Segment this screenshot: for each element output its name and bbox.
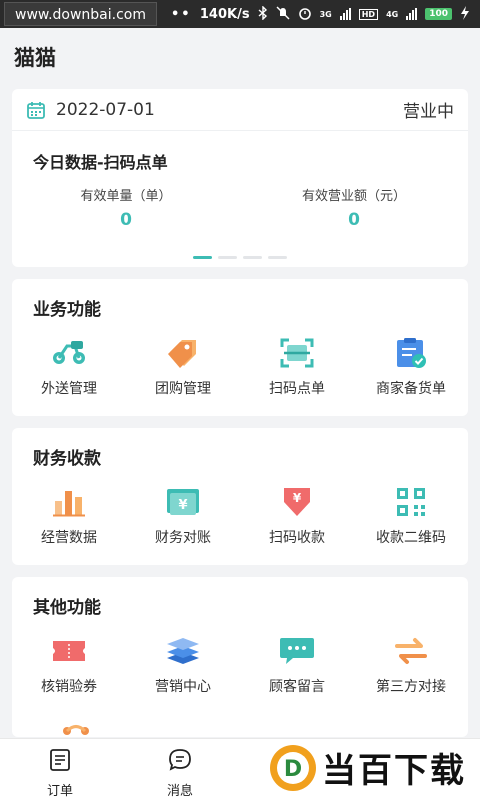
func-group-buy-management[interactable]: 团购管理	[126, 336, 240, 398]
charging-icon	[460, 5, 470, 23]
battery-indicator: 100	[425, 8, 452, 20]
func-label: 顾客留言	[269, 679, 325, 695]
message-icon	[168, 748, 192, 776]
func-coupon-verification[interactable]: 核销验券	[12, 634, 126, 696]
signal-4g-icon	[406, 8, 418, 20]
watermark-text: 当百下载	[322, 751, 466, 791]
func-label: 扫码点单	[269, 381, 325, 397]
func-label: 营销中心	[155, 679, 211, 695]
bluetooth-icon	[258, 4, 268, 23]
qrcode-icon	[391, 485, 431, 519]
date-selector[interactable]: 2022-07-01	[56, 100, 155, 120]
status-right: 140K/s 3G HD 4G 100	[199, 4, 470, 23]
section-title: 业务功能	[33, 300, 101, 320]
site-watermark: D 当百下载	[268, 741, 472, 794]
func-scan-payment[interactable]: ¥ 扫码收款	[240, 485, 354, 547]
pager-dot[interactable]	[193, 256, 212, 259]
date-row: 2022-07-01 营业中	[12, 89, 468, 131]
swap-icon	[391, 634, 431, 668]
status-bar: www.downbai.com •• 140K/s 3G HD 4G 100	[0, 0, 480, 28]
bar-chart-icon	[49, 485, 89, 519]
chat-bubble-icon	[277, 634, 317, 668]
func-label: 商家备货单	[376, 381, 446, 397]
notification-dots: ••	[171, 6, 192, 22]
today-data-card: 2022-07-01 营业中 今日数据-扫码点单 有效单量（单） 0 有效营业额…	[12, 89, 468, 267]
watermark-logo-icon: D	[270, 744, 316, 791]
clipboard-check-icon	[391, 336, 431, 370]
stats-row: 有效单量（单） 0 有效营业额（元） 0	[12, 185, 468, 230]
func-label: 财务对账	[155, 530, 211, 546]
page-title: 猫猫	[14, 46, 56, 70]
data-card-title: 今日数据-扫码点单	[33, 153, 168, 172]
ticket-icon	[49, 634, 89, 668]
other-functions-card: 其他功能 核销验券 营销中心 顾客留言 第三方对接	[12, 577, 468, 737]
net-4g-label: 4G	[386, 9, 399, 19]
func-third-party-integration[interactable]: 第三方对接	[354, 634, 468, 696]
svg-text:¥: ¥	[293, 491, 302, 505]
func-label: 收款二维码	[376, 530, 446, 546]
function-grid: 经营数据 ¥ 财务对账 ¥ 扫码收款 收款二维码	[12, 485, 468, 547]
function-grid: 核销验券 营销中心 顾客留言 第三方对接	[12, 634, 468, 696]
stat-label: 有效营业额（元）	[301, 189, 406, 204]
func-label: 第三方对接	[376, 679, 446, 695]
svg-text:¥: ¥	[178, 498, 187, 513]
func-financial-reconciliation[interactable]: ¥ 财务对账	[126, 485, 240, 547]
alarm-icon	[298, 6, 312, 23]
section-title: 其他功能	[33, 598, 101, 618]
func-scan-order[interactable]: 扫码点单	[240, 336, 354, 398]
yuan-down-icon: ¥	[277, 485, 317, 519]
svg-text:D: D	[284, 757, 302, 782]
function-grid: 外送管理 团购管理 扫码点单 商家备货单	[12, 336, 468, 398]
order-list-icon	[48, 748, 72, 776]
stat-value: 0	[348, 210, 360, 230]
carousel-pager	[12, 256, 468, 259]
net-3g-label: 3G	[319, 9, 332, 19]
func-label: 扫码收款	[269, 530, 325, 546]
func-label: 团购管理	[155, 381, 211, 397]
calendar-icon[interactable]	[26, 100, 46, 120]
func-payment-qrcode[interactable]: 收款二维码	[354, 485, 468, 547]
signal-3g-icon	[339, 8, 351, 20]
stat-valid-orders: 有效单量（单） 0	[12, 185, 240, 230]
func-business-data[interactable]: 经营数据	[12, 485, 126, 547]
func-merchant-stock-list[interactable]: 商家备货单	[354, 336, 468, 398]
func-label: 外送管理	[41, 381, 97, 397]
stat-valid-revenue: 有效营业额（元） 0	[240, 185, 468, 230]
stat-label: 有效单量（单）	[80, 189, 172, 204]
finance-collection-card: 财务收款 经营数据 ¥ 财务对账 ¥ 扫码收款 收款二维码	[12, 428, 468, 565]
mute-icon	[276, 6, 290, 23]
func-delivery-management[interactable]: 外送管理	[12, 336, 126, 398]
business-functions-card: 业务功能 外送管理 团购管理 扫码点单 商家备货单	[12, 279, 468, 416]
scooter-icon	[49, 336, 89, 370]
layers-icon	[163, 634, 203, 668]
pager-dot[interactable]	[268, 256, 287, 259]
nav-label: 消息	[166, 784, 193, 799]
nav-label: 订单	[46, 784, 73, 799]
func-label: 经营数据	[41, 530, 97, 546]
nav-messages[interactable]: 消息	[120, 739, 240, 800]
pager-dot[interactable]	[243, 256, 262, 259]
yuan-wallet-icon: ¥	[163, 485, 203, 519]
tag-icon	[163, 336, 203, 370]
stat-value: 0	[120, 210, 132, 230]
section-title: 财务收款	[33, 449, 101, 469]
func-marketing-center[interactable]: 营销中心	[126, 634, 240, 696]
nav-orders[interactable]: 订单	[0, 739, 120, 800]
network-speed: 140K/s	[199, 6, 250, 22]
func-customer-messages[interactable]: 顾客留言	[240, 634, 354, 696]
pager-dot[interactable]	[218, 256, 237, 259]
scan-icon	[277, 336, 317, 370]
business-status-toggle[interactable]: 营业中	[403, 97, 454, 122]
func-label: 核销验券	[41, 679, 97, 695]
site-watermark-tag: www.downbai.com	[4, 2, 157, 26]
hd-badge: HD	[358, 8, 379, 20]
